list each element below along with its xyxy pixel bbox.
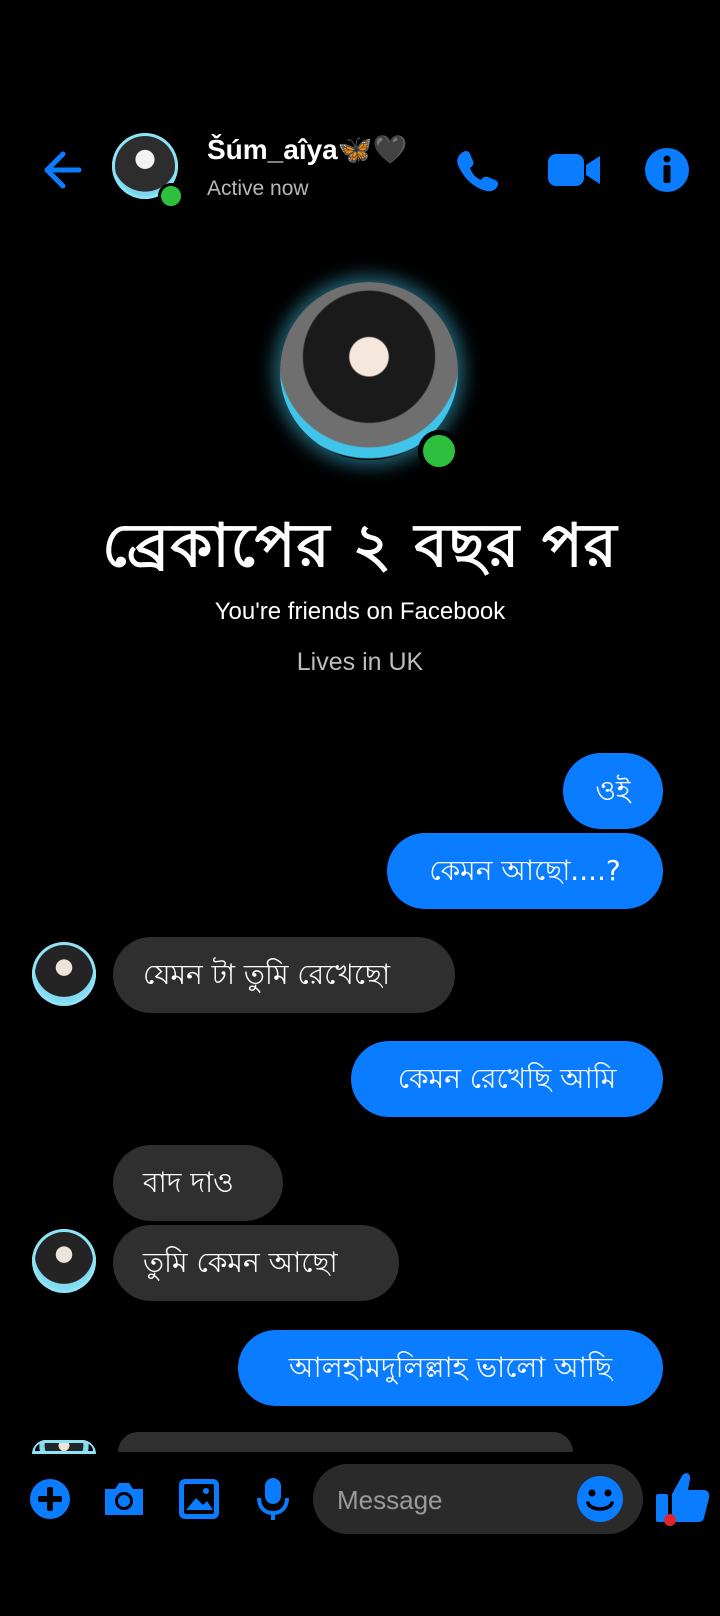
message-bubble-partial <box>118 1432 573 1452</box>
voice-message-button[interactable] <box>248 1474 298 1524</box>
microphone-icon <box>257 1478 289 1520</box>
online-indicator <box>158 183 184 209</box>
message-bubble[interactable]: তুমি কেমন আছো <box>113 1225 399 1301</box>
message-input[interactable] <box>335 1464 569 1536</box>
gallery-icon <box>179 1479 219 1519</box>
profile-headline: ব্রেকাপের ২ বছর পর <box>102 511 618 581</box>
back-button[interactable] <box>36 145 86 195</box>
info-button[interactable] <box>640 143 694 197</box>
emoji-button[interactable] <box>575 1474 625 1524</box>
contact-name[interactable]: Šúm_aîya🦋🖤 <box>207 133 407 166</box>
recording-dot <box>664 1514 676 1526</box>
message-bubble[interactable]: ওই <box>563 753 663 829</box>
message-bubble[interactable]: কেমন রেখেছি আমি <box>351 1041 663 1117</box>
emoji-icon <box>577 1476 623 1522</box>
message-bubble[interactable]: আলহামদুলিল্লাহ ভালো আছি <box>238 1330 663 1406</box>
camera-button[interactable] <box>99 1474 149 1524</box>
back-arrow-icon <box>44 151 82 189</box>
friends-info: You're friends on Facebook <box>214 598 506 625</box>
message-field[interactable] <box>313 1464 643 1536</box>
composer-bar <box>0 1452 720 1552</box>
video-camera-icon <box>548 154 600 186</box>
location-info: Lives in UK <box>296 648 424 676</box>
active-status: Active now <box>207 177 309 200</box>
thumbs-up-icon <box>656 1473 710 1522</box>
phone-icon <box>457 150 499 192</box>
more-actions-button[interactable] <box>25 1474 75 1524</box>
message-bubble[interactable]: কেমন আছো....? <box>387 833 663 909</box>
voice-call-button[interactable] <box>450 143 504 197</box>
like-button[interactable] <box>650 1466 714 1530</box>
sender-avatar[interactable] <box>32 942 96 1006</box>
info-icon <box>645 148 689 192</box>
video-call-button[interactable] <box>544 143 604 197</box>
chat-header: Šúm_aîya🦋🖤 Active now <box>0 115 720 225</box>
message-bubble[interactable]: বাদ দাও <box>113 1145 283 1221</box>
gallery-button[interactable] <box>174 1474 224 1524</box>
profile-online-indicator <box>418 430 460 472</box>
message-bubble[interactable]: যেমন টা তুমি রেখেছো <box>113 937 455 1013</box>
plus-icon <box>30 1479 70 1519</box>
sender-avatar[interactable] <box>32 1229 96 1293</box>
camera-icon <box>105 1483 143 1515</box>
